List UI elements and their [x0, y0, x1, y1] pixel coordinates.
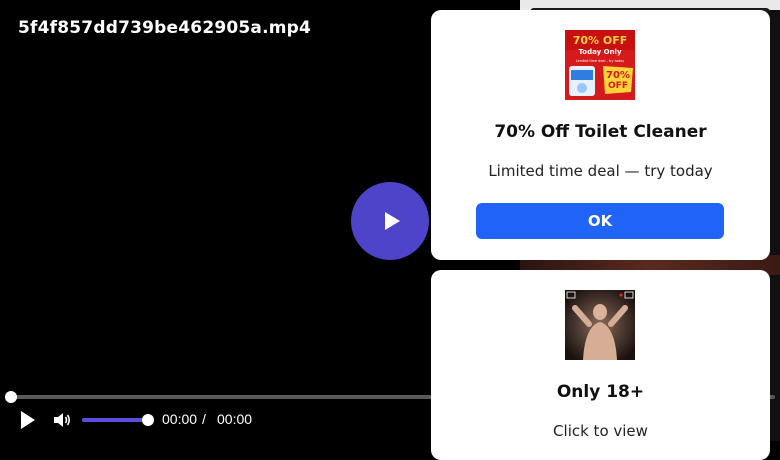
ad-popup-toilet-cleaner[interactable]: 70% OFF Today Only Limited time deal - t… — [431, 10, 770, 260]
ad-text: Limited time deal — try today — [488, 162, 713, 180]
mute-button[interactable] — [52, 410, 72, 430]
big-play-button[interactable] — [351, 182, 429, 260]
volume-slider[interactable] — [82, 414, 154, 426]
duration: 00:00 — [217, 411, 253, 427]
ok-button[interactable]: OK — [476, 203, 724, 239]
ad-thumbnail[interactable] — [565, 290, 635, 360]
play-icon — [21, 411, 35, 429]
ad-popup-adult[interactable]: Only 18+ Click to view — [431, 270, 770, 460]
ad-thumb-line-1: 70% OFF — [573, 34, 628, 47]
time-separator: / — [202, 411, 206, 427]
volume-icon — [54, 413, 71, 427]
video-file-name: 5f4f857dd739be462905a.mp4 — [18, 18, 312, 38]
play-icon — [385, 212, 400, 230]
volume-level — [82, 418, 148, 422]
play-button[interactable] — [18, 410, 38, 430]
ad-thumb-line-4: 70% — [606, 70, 630, 81]
ad-thumb-line-5: OFF — [608, 81, 628, 91]
ad-thumbnail[interactable]: 70% OFF Today Only Limited time deal - t… — [565, 30, 635, 100]
current-time: 00:00 — [162, 411, 198, 427]
seek-handle[interactable] — [5, 391, 17, 403]
ad-thumb-line-3: Limited time deal - try today — [576, 59, 625, 63]
ad-thumb-line-2: Today Only — [578, 48, 622, 56]
ad-title: Only 18+ — [556, 382, 645, 402]
ad-title: 70% Off Toilet Cleaner — [494, 122, 707, 142]
ad-text: Click to view — [553, 422, 648, 440]
volume-handle[interactable] — [142, 414, 154, 426]
